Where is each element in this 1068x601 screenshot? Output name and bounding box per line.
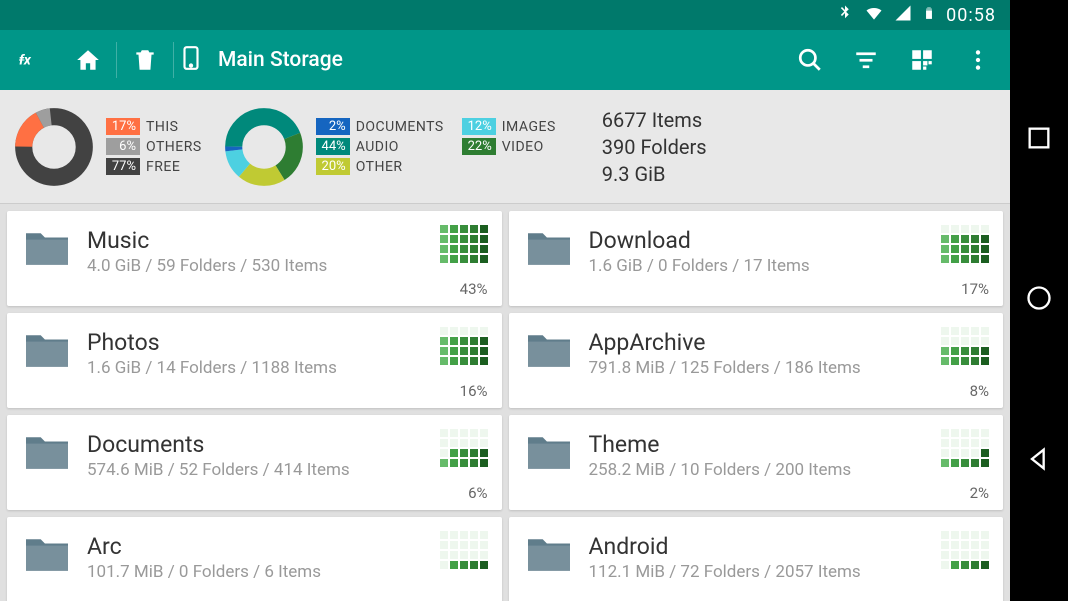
legend-pct: 6%: [106, 138, 140, 155]
legend-row: 44% AUDIO: [316, 138, 444, 155]
battery-icon: [922, 3, 936, 28]
overflow-menu-button[interactable]: [950, 30, 1006, 90]
storage-donut-chart: [14, 107, 94, 187]
signal-icon: [894, 4, 912, 27]
folder-name: Arc: [87, 533, 488, 560]
folder-card[interactable]: AppArchive791.8 MiB / 125 Folders / 186 …: [509, 313, 1004, 408]
folder-name: Theme: [589, 431, 990, 458]
folder-icon: [21, 329, 73, 375]
delete-button[interactable]: [117, 30, 173, 90]
legend-pct: 22%: [462, 138, 496, 155]
total-items: 6677 Items: [602, 108, 707, 132]
bluetooth-icon: [836, 4, 854, 27]
legend-label: VIDEO: [502, 139, 544, 155]
usage-indicator: [440, 225, 488, 263]
folder-name: AppArchive: [589, 329, 990, 356]
usage-indicator: [941, 429, 989, 467]
legend-label: FREE: [146, 159, 180, 175]
home-button[interactable]: [60, 30, 116, 90]
folder-name: Download: [589, 227, 990, 254]
folder-icon: [21, 227, 73, 273]
folder-name: Music: [87, 227, 488, 254]
legend-pct: 2%: [316, 118, 350, 135]
folder-details: 112.1 MiB / 72 Folders / 2057 Items: [589, 562, 990, 582]
toolbar: fx Main Storage: [0, 30, 1010, 90]
legend-row: 17% THIS: [106, 118, 202, 135]
legend-pct: 17%: [106, 118, 140, 135]
folder-percent: 6%: [468, 484, 487, 502]
folder-details: 258.2 MiB / 10 Folders / 200 Items: [589, 460, 990, 480]
stats-panel: 17% THIS 6% OTHERS 77% FREE 2% DOCUMENTS 44% AUD…: [0, 90, 1010, 204]
usage-indicator: [440, 429, 488, 467]
legend-label: THIS: [146, 119, 178, 135]
filter-button[interactable]: [838, 30, 894, 90]
legend-row: 12% IMAGES: [462, 118, 556, 135]
usage-indicator: [941, 225, 989, 263]
legend-label: IMAGES: [502, 119, 556, 135]
folder-details: 4.0 GiB / 59 Folders / 530 Items: [87, 256, 488, 276]
legend-label: DOCUMENTS: [356, 119, 444, 135]
folder-icon: [523, 431, 575, 477]
page-title: Main Storage: [218, 48, 343, 72]
legend-pct: 77%: [106, 158, 140, 175]
folder-name: Android: [589, 533, 990, 560]
legend-label: OTHERS: [146, 139, 202, 155]
usage-indicator: [941, 531, 989, 569]
usage-indicator: [440, 531, 488, 569]
legend-row: 6% OTHERS: [106, 138, 202, 155]
folder-icon: [21, 533, 73, 579]
legend-row: 2% DOCUMENTS: [316, 118, 444, 135]
legend-row: 20% OTHER: [316, 158, 444, 175]
folder-percent: 8%: [970, 382, 989, 400]
legend-label: AUDIO: [356, 139, 399, 155]
total-folders: 390 Folders: [602, 135, 707, 159]
legend-pct: 44%: [316, 138, 350, 155]
storage-icon: [178, 45, 204, 75]
back-nav-button[interactable]: [1025, 445, 1053, 477]
folder-details: 1.6 GiB / 14 Folders / 1188 Items: [87, 358, 488, 378]
folder-percent: 43%: [460, 280, 488, 298]
legend-row: 22% VIDEO: [462, 138, 556, 155]
folder-card[interactable]: Download1.6 GiB / 0 Folders / 17 Items 17…: [509, 211, 1004, 306]
recent-apps-button[interactable]: [1025, 124, 1053, 156]
wifi-icon: [864, 3, 884, 28]
legend-pct: 12%: [462, 118, 496, 135]
folder-icon: [523, 329, 575, 375]
legend-pct: 20%: [316, 158, 350, 175]
folder-card[interactable]: Photos1.6 GiB / 14 Folders / 1188 Items 1…: [7, 313, 502, 408]
folder-name: Documents: [87, 431, 488, 458]
storage-totals: 6677 Items 390 Folders 9.3 GiB: [602, 108, 707, 186]
folder-card[interactable]: Theme258.2 MiB / 10 Folders / 200 Items 2…: [509, 415, 1004, 510]
legend-label: OTHER: [356, 159, 403, 175]
status-bar: 00:58: [0, 0, 1010, 30]
clock: 00:58: [946, 5, 996, 26]
folder-percent: 2%: [970, 484, 989, 502]
view-button[interactable]: [894, 30, 950, 90]
folder-card[interactable]: Android112.1 MiB / 72 Folders / 2057 Ite…: [509, 517, 1004, 601]
folder-details: 101.7 MiB / 0 Folders / 6 Items: [87, 562, 488, 582]
folder-percent: 17%: [961, 280, 989, 298]
folder-details: 1.6 GiB / 0 Folders / 17 Items: [589, 256, 990, 276]
type-donut-chart: [224, 107, 304, 187]
folder-card[interactable]: Arc101.7 MiB / 0 Folders / 6 Items: [7, 517, 502, 601]
total-size: 9.3 GiB: [602, 162, 707, 186]
folder-details: 574.6 MiB / 52 Folders / 414 Items: [87, 460, 488, 480]
folder-card[interactable]: Documents574.6 MiB / 52 Folders / 414 It…: [7, 415, 502, 510]
folder-details: 791.8 MiB / 125 Folders / 186 Items: [589, 358, 990, 378]
app-logo[interactable]: fx: [4, 30, 60, 90]
folder-name: Photos: [87, 329, 488, 356]
home-nav-button[interactable]: [1025, 284, 1053, 316]
search-button[interactable]: [782, 30, 838, 90]
folder-grid: Music4.0 GiB / 59 Folders / 530 Items 43%…: [0, 204, 1010, 601]
system-nav-bar: [1010, 0, 1068, 601]
folder-icon: [21, 431, 73, 477]
folder-icon: [523, 227, 575, 273]
usage-indicator: [440, 327, 488, 365]
usage-indicator: [941, 327, 989, 365]
folder-icon: [523, 533, 575, 579]
legend-row: 77% FREE: [106, 158, 202, 175]
folder-card[interactable]: Music4.0 GiB / 59 Folders / 530 Items 43%: [7, 211, 502, 306]
folder-percent: 16%: [460, 382, 488, 400]
